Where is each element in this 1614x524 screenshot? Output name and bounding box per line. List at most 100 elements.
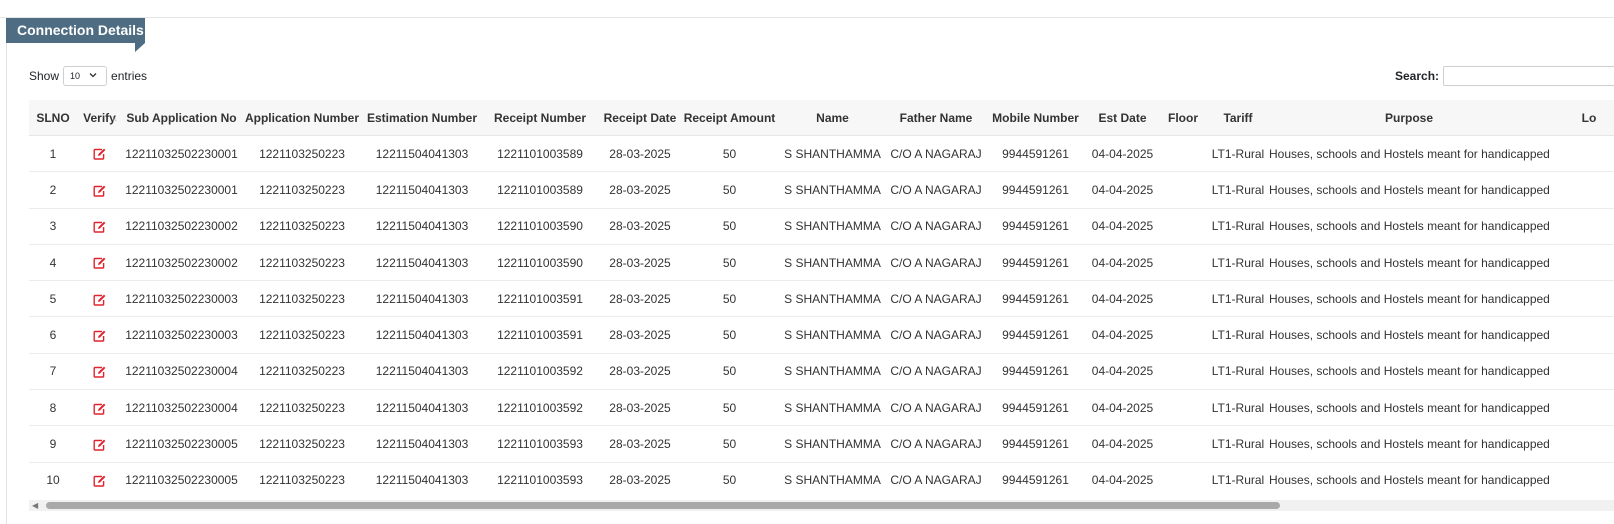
edit-icon[interactable] (93, 403, 106, 415)
table-cell: 9944591261 (985, 135, 1086, 173)
table-cell: 28-03-2025 (599, 316, 681, 354)
edit-icon[interactable] (93, 185, 106, 197)
column-header[interactable]: Receipt Date (599, 100, 681, 136)
edit-icon[interactable] (93, 294, 106, 306)
table-cell (1159, 425, 1207, 463)
column-header-label: SLNO (36, 110, 70, 125)
table-cell: 28-03-2025 (599, 171, 681, 209)
table-cell (1549, 280, 1614, 318)
edit-icon[interactable] (93, 330, 106, 342)
table-cell: Houses, schools and Hostels meant for ha… (1269, 353, 1549, 391)
edit-icon[interactable] (93, 148, 106, 161)
table-cell[interactable] (77, 462, 122, 498)
table-cell: S SHANTHAMMA (778, 425, 887, 463)
column-header[interactable]: Father Name (887, 100, 985, 136)
column-header[interactable]: Lo (1549, 100, 1614, 136)
edit-icon[interactable] (93, 366, 106, 378)
column-header[interactable]: Estimation Number (363, 100, 481, 136)
table-cell: 1221103250223 (241, 462, 363, 498)
edit-icon[interactable] (93, 257, 106, 270)
table-row: 8 12211032502230004 1221103250223 122115040… (29, 389, 1614, 427)
table-cell: 12211504041303 (363, 425, 481, 463)
scrollbar-thumb[interactable] (46, 502, 1280, 509)
edit-icon[interactable] (93, 475, 106, 487)
table-cell (1159, 208, 1207, 245)
column-header-label: Mobile Number (992, 110, 1079, 125)
column-header[interactable]: Name (778, 100, 887, 136)
column-header[interactable]: Sub Application No (122, 100, 241, 136)
table-cell: 50 (681, 208, 778, 245)
table-cell[interactable] (77, 171, 122, 209)
column-header[interactable]: Verify ↑↓ (77, 100, 122, 136)
table-cell: 9944591261 (985, 316, 1086, 354)
table-cell[interactable] (77, 316, 122, 354)
table-cell[interactable] (77, 208, 122, 245)
table-cell (1159, 353, 1207, 391)
table-row: 9 12211032502230005 1221103250223 122115040… (29, 425, 1614, 463)
length-control: Show 10 entries (29, 66, 147, 86)
table-cell: 1221103250223 (241, 389, 363, 427)
column-header[interactable]: Receipt Number (481, 100, 599, 136)
table-cell: LT1-Rural (1207, 208, 1269, 245)
column-header[interactable]: Tariff (1207, 100, 1269, 136)
table-cell: C/O A NAGARAJ (887, 353, 985, 391)
table-cell[interactable] (77, 244, 122, 282)
table-cell: 12211504041303 (363, 389, 481, 427)
table-cell: 50 (681, 171, 778, 209)
table-cell: 50 (681, 280, 778, 318)
table-cell: 12211504041303 (363, 171, 481, 209)
table-cell: S SHANTHAMMA (778, 353, 887, 391)
table-cell[interactable] (77, 425, 122, 463)
table-cell: 28-03-2025 (599, 425, 681, 463)
search-input[interactable] (1443, 66, 1614, 86)
table-cell: C/O A NAGARAJ (887, 425, 985, 463)
table-cell: Houses, schools and Hostels meant for ha… (1269, 316, 1549, 354)
column-header-label: Floor (1168, 110, 1198, 125)
column-header[interactable]: Est Date (1086, 100, 1159, 136)
table-cell: 28-03-2025 (599, 462, 681, 498)
table-cell[interactable] (77, 389, 122, 427)
table-cell: Houses, schools and Hostels meant for ha… (1269, 208, 1549, 245)
table-cell: 1221101003593 (481, 462, 599, 498)
table-cell: LT1-Rural (1207, 462, 1269, 498)
column-header[interactable]: Purpose (1269, 100, 1549, 136)
column-header-label: Estimation Number (366, 110, 477, 125)
table-cell: 28-03-2025 (599, 389, 681, 427)
table-cell[interactable] (77, 353, 122, 391)
table-cell[interactable] (77, 280, 122, 318)
table-cell: 1221101003591 (481, 316, 599, 354)
table-cell: 12211032502230001 (122, 171, 241, 209)
table-cell: 12211032502230004 (122, 353, 241, 391)
column-header-label: Receipt Date (603, 110, 677, 125)
column-header[interactable]: Receipt Amount (681, 100, 778, 136)
connection-table-wrapper: SLNO Verify ↑↓ Sub Application No Applicatio… (29, 100, 1614, 498)
table-cell: 8 (29, 389, 77, 427)
edit-icon[interactable] (93, 439, 106, 451)
table-cell: 9944591261 (985, 208, 1086, 245)
column-header-label: Tariff (1223, 110, 1253, 125)
table-cell[interactable] (77, 135, 122, 173)
entries-select[interactable]: 10 (63, 66, 108, 86)
table-cell (1159, 462, 1207, 498)
table-cell: 9 (29, 425, 77, 463)
table-cell: 1221101003590 (481, 244, 599, 282)
column-header[interactable]: Mobile Number (985, 100, 1086, 136)
arrow-left-icon[interactable]: ◀ (32, 501, 38, 510)
table-cell: LT1-Rural (1207, 135, 1269, 173)
table-cell: C/O A NAGARAJ (887, 389, 985, 427)
edit-icon[interactable] (93, 221, 106, 233)
table-cell: C/O A NAGARAJ (887, 462, 985, 498)
column-header[interactable]: SLNO (29, 100, 77, 136)
column-header[interactable]: Application Number (241, 100, 363, 136)
search-control: Search: (1395, 66, 1614, 86)
table-cell (1159, 280, 1207, 318)
table-cell: 10 (29, 462, 77, 498)
table-cell: 50 (681, 389, 778, 427)
connection-table: SLNO Verify ↑↓ Sub Application No Applicatio… (29, 100, 1614, 498)
table-cell: LT1-Rural (1207, 171, 1269, 209)
section-title-tail (135, 43, 145, 52)
column-header[interactable]: Floor (1159, 100, 1207, 136)
table-row: 5 12211032502230003 1221103250223 122115040… (29, 280, 1614, 318)
table-cell: 50 (681, 462, 778, 498)
table-row: 3 12211032502230002 1221103250223 122115040… (29, 208, 1614, 245)
